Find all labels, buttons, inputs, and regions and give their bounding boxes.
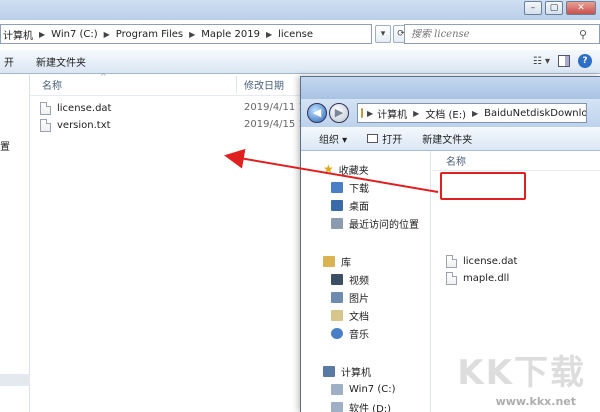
computer-icon — [323, 365, 335, 377]
desktop-icon — [331, 199, 343, 211]
nav-item-documents[interactable]: 文档 — [331, 307, 369, 323]
breadcrumb-item[interactable]: Program Files ▶ — [116, 29, 201, 40]
breadcrumb-item[interactable]: 计算机 ▶ — [3, 27, 51, 42]
nav-scrollbar[interactable] — [0, 374, 30, 386]
new-folder-button[interactable]: 新建文件夹 — [32, 54, 90, 69]
back-arrow-icon[interactable]: ◀ — [307, 103, 327, 123]
music-icon — [331, 327, 343, 339]
file-name: license.dat — [463, 255, 518, 267]
file-row-maple-dll[interactable]: maple.dll — [446, 270, 509, 286]
drive-icon — [331, 383, 343, 395]
preview-pane-icon[interactable] — [558, 55, 570, 67]
file-name: version.txt — [57, 119, 111, 131]
nav-item-videos[interactable]: 视频 — [331, 271, 369, 287]
chevron-right-icon: ▶ — [189, 29, 196, 39]
nav-item-downloads[interactable]: 下载 — [331, 179, 369, 195]
column-divider[interactable] — [236, 76, 237, 94]
view-options-icon[interactable]: ☷ ▾ — [533, 56, 550, 67]
nav-computer[interactable]: 计算机 — [323, 363, 371, 379]
documents-icon — [331, 309, 343, 321]
front-column-header[interactable]: 名称 — [432, 151, 600, 171]
file-name: license.dat — [57, 102, 112, 114]
back-title-bar: – ▢ ✕ — [0, 0, 600, 20]
file-row-license[interactable]: license.dat — [446, 253, 517, 269]
drive-icon — [331, 401, 343, 412]
column-name[interactable]: 名称 — [42, 77, 62, 92]
library-icon — [323, 255, 335, 267]
front-toolbar: 组织 ▾ 打开 新建文件夹 — [301, 127, 600, 151]
maximize-button[interactable]: ▢ — [545, 1, 563, 15]
search-icon[interactable]: ⚲ — [579, 28, 587, 41]
chevron-right-icon: ▶ — [413, 108, 420, 118]
chevron-right-icon: ▶ — [367, 108, 374, 118]
front-navigation-pane: ★ 收藏夹 下载 桌面 最近访问的位置 库 视频 图片 文档 音乐 计算机 Wi… — [301, 151, 431, 412]
front-address-bar[interactable]: ▶ 计算机 ▶ 文档 (E:) ▶ BaiduNetdiskDownload — [357, 103, 587, 123]
recent-places-icon — [331, 217, 343, 229]
video-icon — [331, 273, 343, 285]
back-navigation-pane: 置 — [0, 74, 30, 412]
file-row[interactable]: license.dat — [40, 100, 111, 116]
dll-file-icon — [446, 271, 457, 285]
nav-fragment-label[interactable]: 置 — [0, 138, 10, 153]
chevron-right-icon: ▶ — [265, 29, 273, 39]
close-button[interactable]: ✕ — [566, 1, 596, 15]
breadcrumb-item[interactable]: license — [278, 29, 313, 40]
download-folder-icon — [331, 181, 343, 193]
open-button[interactable]: 打开 — [367, 131, 402, 146]
nav-item-recent[interactable]: 最近访问的位置 — [331, 215, 419, 231]
nav-item-pictures[interactable]: 图片 — [331, 289, 369, 305]
nav-drive-c[interactable]: Win7 (C:) — [331, 381, 395, 397]
watermark-url: www.kkx.net — [495, 395, 576, 408]
sort-up-icon: ^ — [100, 72, 107, 81]
chevron-right-icon: ▶ — [39, 29, 46, 39]
back-toolbar: 开 新建文件夹 ☷ ▾ ? — [0, 50, 600, 74]
address-dropdown-icon[interactable]: ▾ — [375, 25, 391, 43]
chevron-right-icon: ▶ — [471, 108, 479, 118]
minimize-button[interactable]: – — [524, 1, 542, 15]
nav-drive-d[interactable]: 软件 (D:) — [331, 399, 391, 412]
nav-favorites[interactable]: ★ 收藏夹 — [323, 161, 369, 177]
star-icon: ★ — [323, 162, 334, 176]
forward-arrow-icon[interactable]: ▶ — [329, 103, 349, 123]
pictures-icon — [331, 291, 343, 303]
folder-icon — [361, 108, 363, 118]
highlight-box — [440, 172, 526, 200]
breadcrumb-item[interactable]: 文档 (E:) — [425, 106, 466, 121]
breadcrumb-item[interactable]: 计算机 — [377, 106, 407, 121]
breadcrumb-item[interactable]: Win7 (C:) ▶ — [51, 29, 116, 40]
column-date[interactable]: 修改日期 — [244, 77, 284, 92]
nav-item-music[interactable]: 音乐 — [331, 325, 369, 341]
file-icon — [446, 254, 457, 268]
search-input[interactable] — [411, 28, 579, 40]
file-icon — [40, 118, 51, 132]
organize-button[interactable]: 组织 ▾ — [319, 131, 347, 146]
file-icon — [40, 101, 51, 115]
file-name: maple.dll — [463, 272, 510, 284]
column-name[interactable]: 名称 — [446, 153, 466, 168]
back-address-bar[interactable]: 计算机 ▶ Win7 (C:) ▶ Program Files ▶ Maple 201… — [0, 24, 372, 44]
chevron-right-icon: ▶ — [103, 29, 110, 39]
open-icon — [367, 134, 379, 143]
toolbar-open-fragment[interactable]: 开 — [0, 54, 18, 69]
nav-item-desktop[interactable]: 桌面 — [331, 197, 369, 213]
breadcrumb-item[interactable]: Maple 2019 ▶ — [201, 29, 278, 40]
back-search-box[interactable]: ⚲ — [404, 24, 600, 44]
watermark-logo: KK下载 — [457, 353, 586, 393]
file-row[interactable]: version.txt — [40, 117, 111, 133]
front-title-bar — [301, 77, 600, 99]
help-icon[interactable]: ? — [578, 54, 592, 68]
front-navigation-row: ◀ ▶ ▶ 计算机 ▶ 文档 (E:) ▶ BaiduNetdiskDownlo… — [301, 99, 600, 127]
new-folder-button[interactable]: 新建文件夹 — [422, 131, 472, 146]
nav-libraries[interactable]: 库 — [323, 253, 351, 269]
breadcrumb-item[interactable]: BaiduNetdiskDownload — [484, 108, 586, 119]
